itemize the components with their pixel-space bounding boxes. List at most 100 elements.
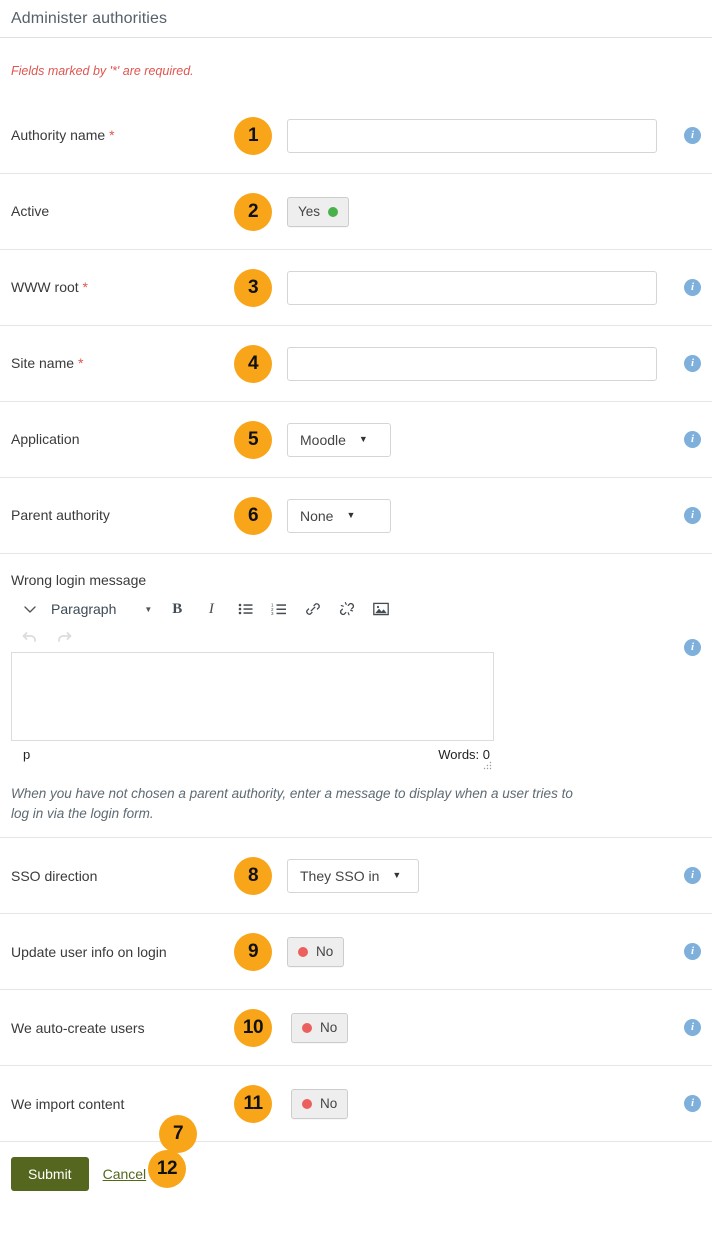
control-update-user-info: 9 No [277,937,667,967]
sso-direction-select[interactable]: They SSO in ▼ [287,859,419,893]
link-icon[interactable] [296,595,330,623]
editor-main: Paragraph ▼ B I 1 [11,594,494,762]
sso-direction-select-value: They SSO in [300,868,379,884]
form-row-www-root: WWW root * 3 i [0,250,712,326]
form-row-active: Active 2 Yes [0,174,712,250]
info-icon[interactable]: i [684,1095,701,1112]
label-text: Site name [11,355,74,371]
wrong-login-message-editor[interactable] [11,652,494,741]
help-www-root: i [667,279,701,296]
format-select[interactable]: Paragraph ▼ [47,595,160,623]
status-dot-on-icon [328,207,338,217]
control-import-content: 11 No [277,1089,667,1119]
chevron-down-icon: ▼ [392,871,401,880]
unlink-icon[interactable] [330,595,364,623]
info-icon[interactable]: i [684,127,701,144]
label-text: Wrong login message [11,572,146,588]
info-icon[interactable]: i [684,639,701,656]
form-row-import-content: We import content 11 No i [0,1066,712,1142]
info-icon[interactable]: i [684,431,701,448]
active-toggle-label: Yes [298,204,320,219]
editor-element-path: p [23,747,30,762]
help-site-name: i [667,355,701,372]
resize-grip-icon[interactable] [483,761,492,770]
wrong-login-message-hint: When you have not chosen a parent author… [11,762,576,823]
step-badge-3: 3 [234,269,272,307]
import-content-toggle[interactable]: No [291,1089,348,1119]
application-select[interactable]: Moodle ▼ [287,423,391,457]
control-auto-create-users: 10 No [277,1013,667,1043]
bullet-list-icon[interactable] [228,595,262,623]
info-icon[interactable]: i [684,867,701,884]
label-text: Application [11,431,80,447]
form-row-parent-authority: Parent authority 6 None ▼ i [0,478,712,554]
active-toggle[interactable]: Yes [287,197,349,227]
info-icon[interactable]: i [684,355,701,372]
parent-authority-select-value: None [300,508,333,524]
site-name-input[interactable] [287,347,657,381]
step-badge-4: 4 [234,345,272,383]
step-badge-8: 8 [234,857,272,895]
import-content-toggle-label: No [320,1096,337,1111]
form-row-application: Application 5 Moodle ▼ i [0,402,712,478]
parent-authority-select[interactable]: None ▼ [287,499,391,533]
control-application: 5 Moodle ▼ [277,423,667,457]
control-parent-authority: 6 None ▼ [277,499,667,533]
form-actions: Submit Cancel 12 [0,1142,712,1191]
form-row-authority-name: Authority name * 1 i [0,98,712,174]
label-text: WWW root [11,279,79,295]
editor-toolbar-row-2 [11,624,494,650]
help-wrong-login-message: i [494,594,701,672]
form-row-site-name: Site name * 4 i [0,326,712,402]
help-application: i [667,431,701,448]
help-authority-name: i [667,127,701,144]
auto-create-users-toggle-label: No [320,1020,337,1035]
label-text: We auto-create users [11,1020,145,1036]
authority-name-input[interactable] [287,119,657,153]
editor-toolbar: Paragraph ▼ B I 1 [11,594,494,624]
step-badge-5: 5 [234,421,272,459]
toggle-toolbar-icon[interactable] [13,595,47,623]
update-user-info-toggle[interactable]: No [287,937,344,967]
status-dot-off-icon [298,947,308,957]
bold-icon[interactable]: B [160,595,194,623]
svg-text:3: 3 [271,611,274,616]
redo-icon[interactable] [47,623,81,651]
form-row-auto-create-users: We auto-create users 10 No i [0,990,712,1066]
auto-create-users-toggle[interactable]: No [291,1013,348,1043]
label-text: Parent authority [11,507,110,523]
info-icon[interactable]: i [684,1019,701,1036]
control-sso-direction: 8 They SSO in ▼ [277,859,667,893]
info-icon[interactable]: i [684,943,701,960]
info-icon[interactable]: i [684,507,701,524]
step-badge-9: 9 [234,933,272,971]
required-asterisk: * [83,279,88,295]
form-row-wrong-login-message: Wrong login message 7 Paragraph ▼ B I [0,554,712,838]
authority-form: Authority name * 1 i Active 2 Yes WWW ro… [0,98,712,1191]
status-dot-off-icon [302,1023,312,1033]
info-icon[interactable]: i [684,279,701,296]
image-icon[interactable] [364,595,398,623]
page-header: Administer authorities [0,0,712,38]
required-asterisk: * [78,355,83,371]
cancel-link[interactable]: Cancel [103,1166,147,1182]
label-wrong-login-message: Wrong login message [11,554,701,594]
step-badge-6: 6 [234,497,272,535]
step-badge-12: 12 [148,1150,186,1188]
step-badge-2: 2 [234,193,272,231]
step-badge-1: 1 [234,117,272,155]
control-site-name: 4 [277,347,667,381]
label-text: Active [11,203,49,219]
required-asterisk: * [109,127,114,143]
editor-status-bar: p Words: 0 [11,741,494,762]
help-sso-direction: i [667,867,701,884]
www-root-input[interactable] [287,271,657,305]
required-fields-notice: Fields marked by '*' are required. [0,38,712,78]
undo-icon[interactable] [13,623,47,651]
submit-button[interactable]: Submit [11,1157,89,1191]
chevron-down-icon: ▼ [346,511,355,520]
step-badge-11: 11 [234,1085,272,1123]
numbered-list-icon[interactable]: 1 2 3 [262,595,296,623]
editor-wrapper: Paragraph ▼ B I 1 [11,594,701,762]
italic-icon[interactable]: I [194,595,228,623]
